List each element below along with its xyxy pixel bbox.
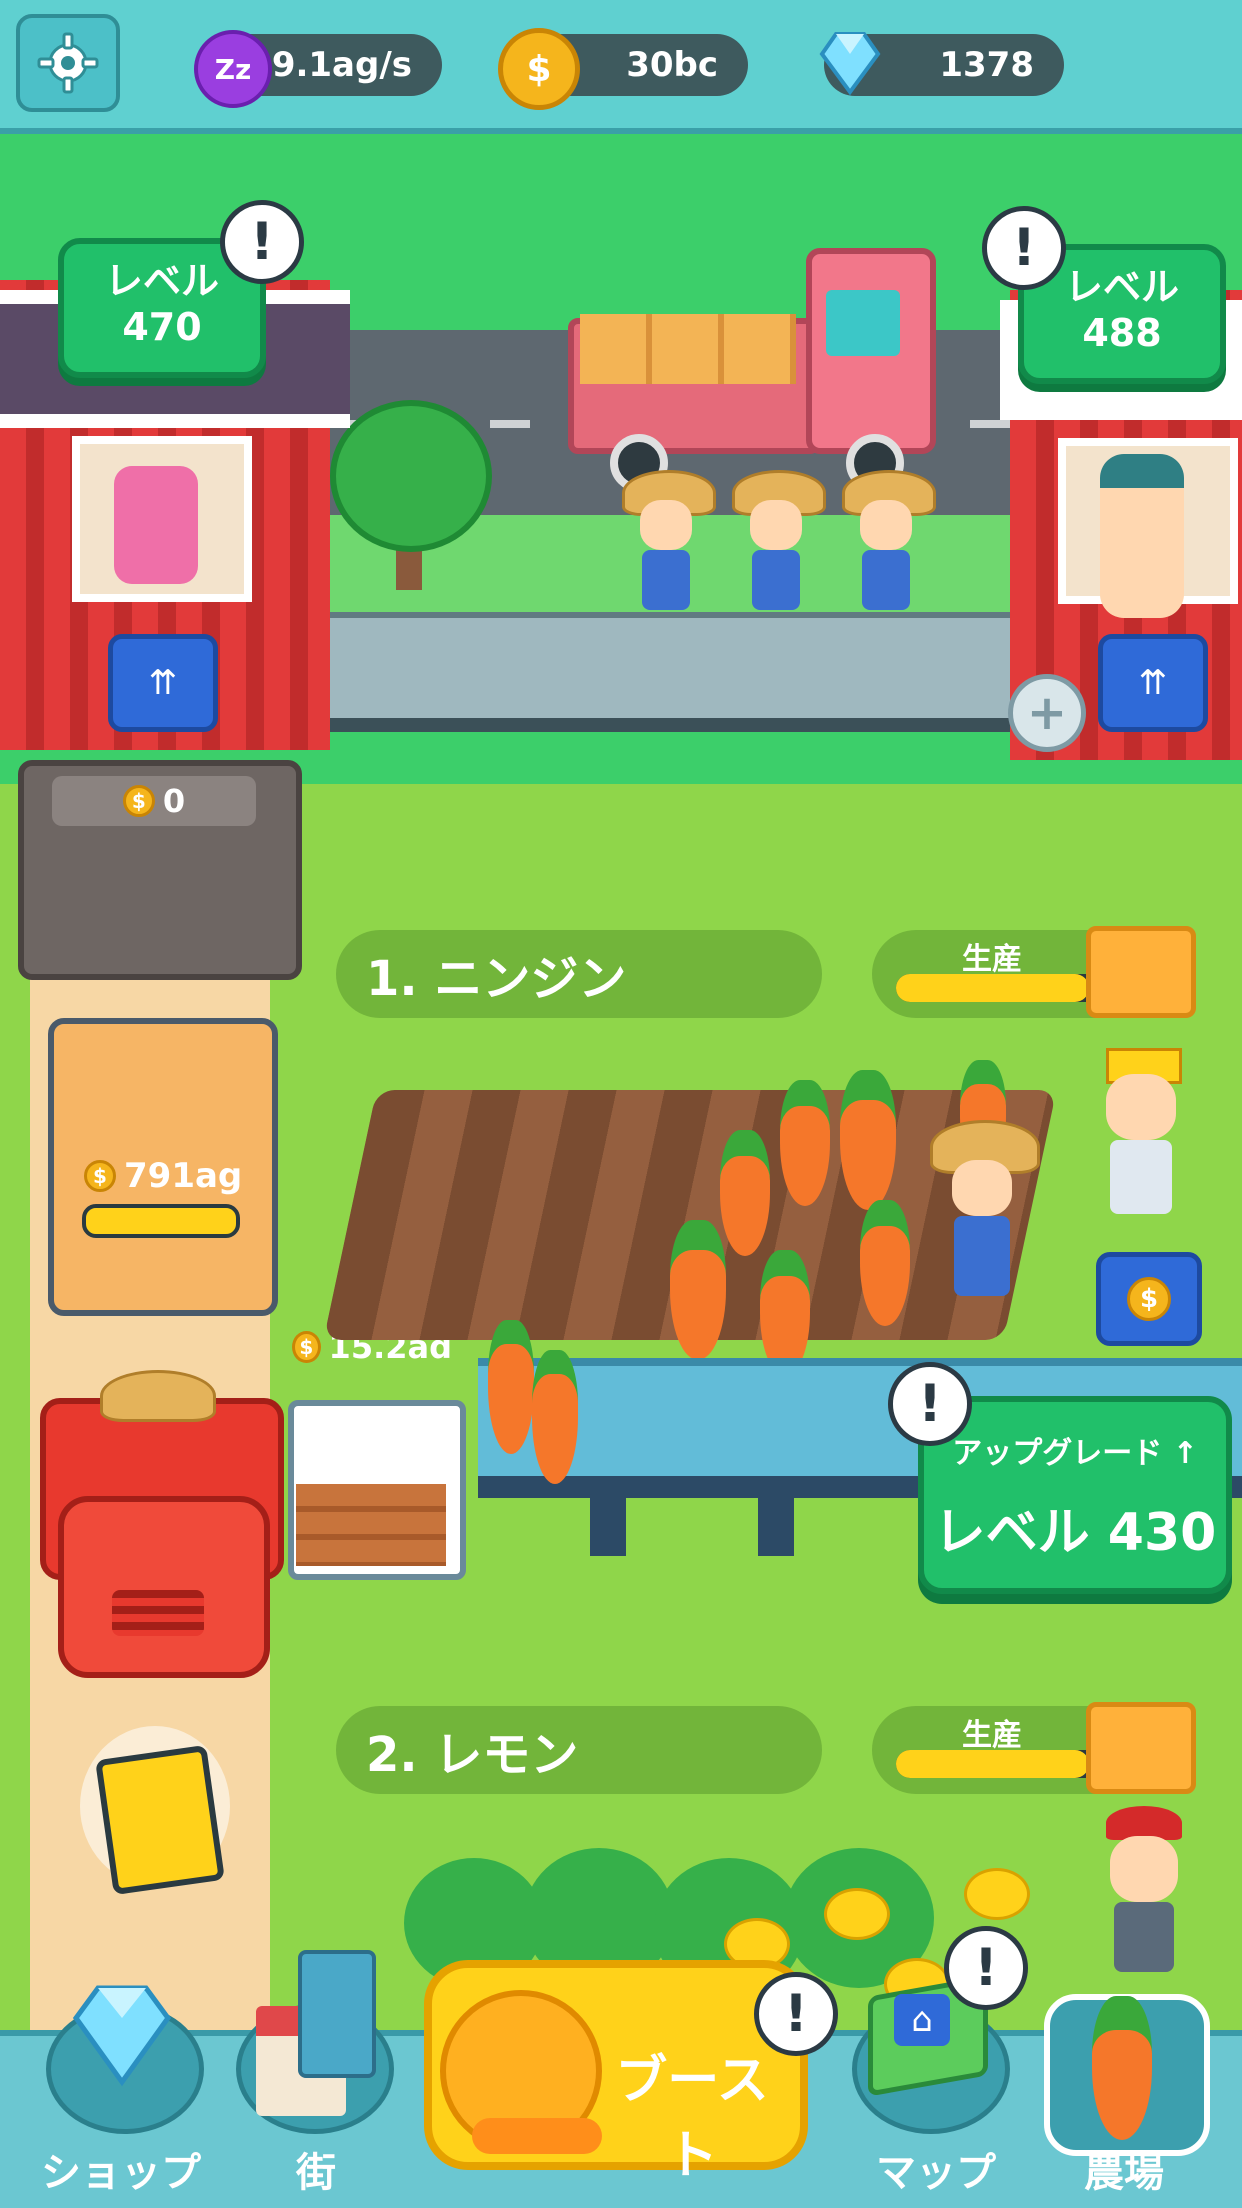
coin-icon: $ (122, 785, 155, 817)
hay-bale-icon (1086, 1702, 1196, 1794)
truck-window (826, 290, 900, 356)
row-2-label: 2. レモン (336, 1706, 822, 1794)
market-alert-icon[interactable]: ! (982, 206, 1066, 290)
add-worker-button[interactable]: + (1008, 674, 1086, 752)
diamond-icon (819, 32, 881, 96)
gem-value: 1378 (939, 45, 1034, 85)
warehouse-upgrade-button[interactable]: ⇈ (108, 634, 218, 732)
truck-value-text: 791ag (124, 1156, 243, 1196)
hay-bale-icon (1086, 926, 1196, 1018)
upgrade-arrows-icon: ⇈ (1138, 663, 1168, 703)
carrot-icon (1092, 1996, 1152, 2140)
crate-planks (296, 1484, 446, 1566)
tower-icon (298, 1950, 376, 2078)
upgrade-alert-icon[interactable]: ! (888, 1362, 972, 1446)
row-1-production-label: 生産 (962, 942, 1022, 977)
nav-town-label[interactable]: 街 (236, 2140, 396, 2198)
home-icon: ⌂ (894, 1994, 950, 2046)
coin-value: 30bc (626, 45, 718, 85)
diamond-icon (72, 1985, 172, 2087)
row-2-production-fill (896, 1750, 1090, 1778)
bearded-manager-icon (1100, 454, 1184, 618)
truck-cargo (580, 314, 796, 384)
coin-icon: $ (1127, 1277, 1171, 1321)
king-manager-icon[interactable] (1096, 1048, 1186, 1218)
tractor-driver-hat (100, 1370, 216, 1422)
warehouse-alert-icon[interactable]: ! (220, 200, 304, 284)
nav-farm-label[interactable]: 農場 (1044, 2140, 1204, 2198)
upgrade-level: レベル 430 (933, 1503, 1217, 1563)
warehouse-level-value: 470 (122, 305, 202, 349)
truck-load-bar (82, 1204, 240, 1238)
robot-manager-icon (114, 466, 198, 584)
boost-timer-bar (472, 2118, 602, 2154)
upgrade-arrows-icon: ⇈ (148, 663, 178, 703)
loading-conveyor (330, 612, 1030, 732)
market-upgrade-button[interactable]: ⇈ (1098, 634, 1208, 732)
boost-alert-icon[interactable]: ! (754, 1972, 838, 2056)
nav-map-label[interactable]: マップ (852, 2140, 1020, 2198)
row-1-production-bar (896, 974, 1106, 1002)
coin-icon: $ (84, 1160, 116, 1192)
map-alert-icon[interactable]: ! (944, 1926, 1028, 2010)
boost-label: ブースト (615, 2051, 769, 2186)
farmer-worker (622, 470, 716, 620)
settings-button[interactable] (16, 14, 120, 112)
row-1-production-fill (896, 974, 1090, 1002)
coin-upgrade-button[interactable]: $ (1096, 1252, 1202, 1346)
tractor-grille (112, 1590, 204, 1636)
carrot-bundle-icon (488, 1320, 588, 1484)
row-2-production-label: 生産 (962, 1718, 1022, 1753)
farmer-harvester (930, 1120, 1040, 1320)
up-arrow-icon: ↑ (1172, 1436, 1198, 1471)
idle-rate-value: 9.1ag/s (271, 45, 412, 85)
belt-leg (590, 1486, 626, 1556)
gear-icon (37, 32, 99, 94)
row-2-production-bar (896, 1750, 1106, 1778)
tractor-front (58, 1496, 270, 1678)
row-2-label-text: 2. レモン (366, 1727, 579, 1783)
quest-clipboard-icon[interactable] (95, 1744, 225, 1896)
tree-icon (330, 400, 492, 552)
gate-value: 0 (162, 782, 186, 820)
coin-icon: $ (292, 1331, 321, 1363)
row-1-label: 1. ニンジン (336, 930, 822, 1018)
sleep-zzz-icon: Zz (194, 30, 272, 108)
boost-button[interactable]: ブースト (424, 1960, 808, 2186)
cap-manager-icon[interactable] (1100, 1806, 1188, 1976)
farmer-worker (842, 470, 936, 620)
upgrade-label: アップグレード (952, 1436, 1163, 1471)
nav-shop-label[interactable]: ショップ (26, 2140, 216, 2198)
farmer-worker (732, 470, 826, 620)
truck-cargo-value: $ 791ag (84, 1156, 244, 1196)
coin-icon: $ (498, 28, 580, 110)
belt-leg (758, 1486, 794, 1556)
row-1-label-text: 1. ニンジン (366, 951, 627, 1007)
market-level-value: 488 (1082, 311, 1162, 355)
gate-value-plate: $ 0 (52, 776, 256, 826)
